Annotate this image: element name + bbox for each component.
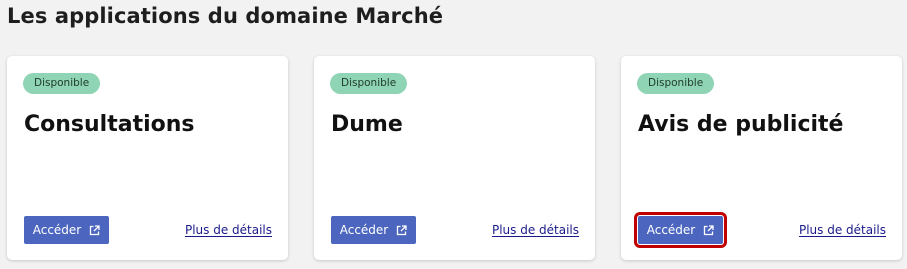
card-title: Dume (331, 112, 403, 137)
access-button-avis-de-publicite[interactable]: Accéder (634, 212, 727, 248)
details-link-consultations[interactable]: Plus de détails (185, 223, 272, 237)
access-button-dume[interactable]: Accéder (331, 216, 416, 244)
page-title: Les applications du domaine Marché (7, 4, 444, 28)
access-button-label: Accéder (339, 223, 389, 237)
card-title: Consultations (24, 112, 195, 137)
access-button-label: Accéder (646, 223, 696, 237)
access-button-consultations[interactable]: Accéder (24, 216, 109, 244)
app-card-dume: Disponible Dume Accéder Plus de détails (314, 56, 595, 260)
status-badge: Disponible (637, 73, 715, 94)
application-cards: Disponible Consultations Accéder Plus de… (7, 56, 902, 260)
access-button-label: Accéder (32, 223, 82, 237)
details-link-dume[interactable]: Plus de détails (492, 223, 579, 237)
external-link-icon (396, 224, 407, 236)
status-badge: Disponible (23, 73, 101, 94)
external-link-icon (89, 224, 100, 236)
app-card-avis-de-publicite: Disponible Avis de publicité Accéder Plu… (621, 56, 902, 260)
status-badge: Disponible (330, 73, 408, 94)
details-link-avis-de-publicite[interactable]: Plus de détails (799, 223, 886, 237)
card-title: Avis de publicité (638, 112, 844, 137)
external-link-icon (703, 224, 714, 236)
app-card-consultations: Disponible Consultations Accéder Plus de… (7, 56, 288, 260)
